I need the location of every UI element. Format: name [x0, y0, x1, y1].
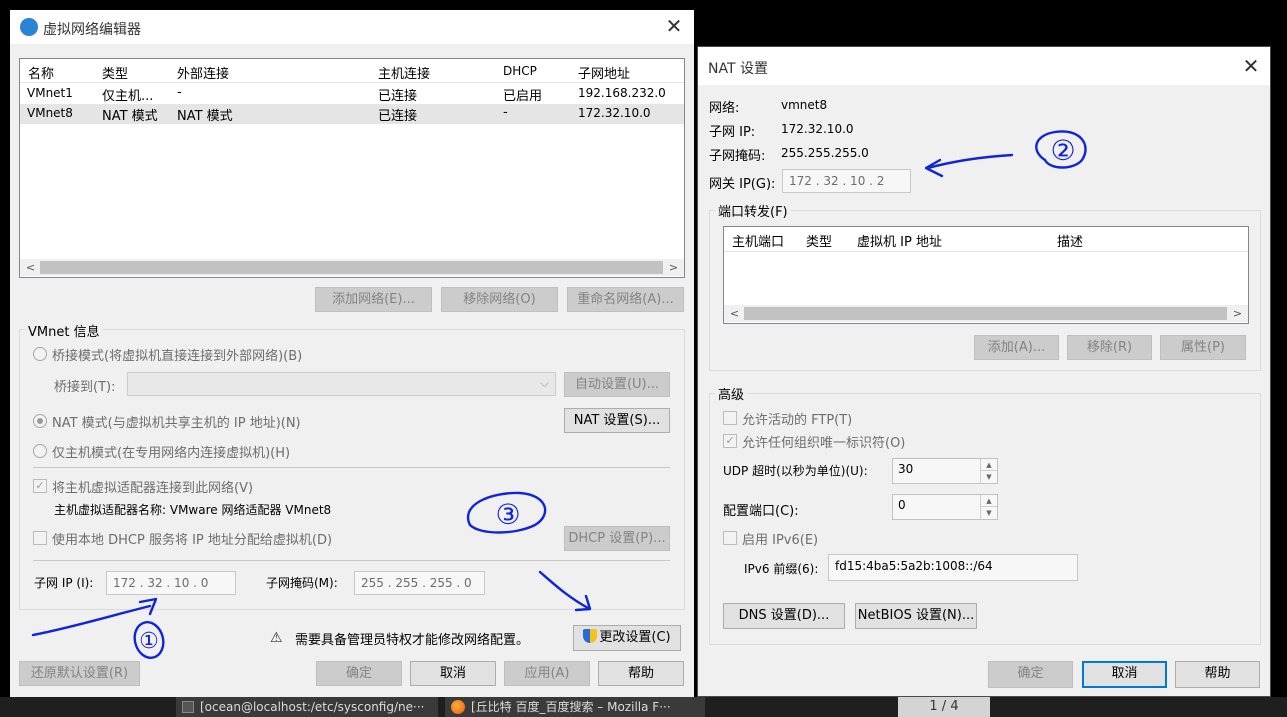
annotation-label-3: ③: [495, 498, 520, 531]
pager-label: 1 / 4: [929, 699, 959, 714]
annotation-label-2: ②: [1050, 134, 1075, 167]
annotation-label-1: ①: [139, 629, 159, 654]
taskbar: [ocean@localhost:/etc/sysconfig/ne··· [丘…: [0, 697, 1287, 717]
taskbar-item-label: [ocean@localhost:/etc/sysconfig/ne···: [200, 700, 425, 714]
annotation-arrow-2: [924, 153, 1014, 178]
taskbar-item-label: [丘比特 百度_百度搜索 – Mozilla F···: [471, 700, 671, 714]
firefox-icon: [451, 700, 465, 714]
handwritten-annotations: ① ② ③: [31, 130, 1087, 659]
taskbar-item-terminal[interactable]: [ocean@localhost:/etc/sysconfig/ne···: [176, 697, 438, 717]
workspace-pager[interactable]: 1 / 4: [898, 697, 990, 717]
annotation-arrow-3: [538, 570, 592, 612]
terminal-icon: [182, 701, 194, 713]
taskbar-item-firefox[interactable]: [丘比特 百度_百度搜索 – Mozilla F···: [445, 697, 705, 717]
